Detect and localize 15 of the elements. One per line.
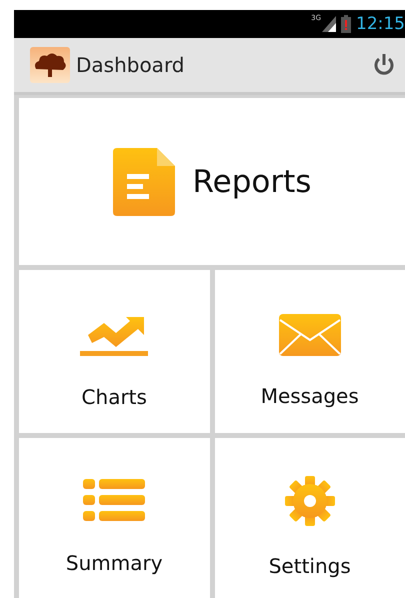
envelope-icon: [278, 314, 341, 356]
app-title: Dashboard: [76, 53, 186, 77]
dashboard-tile[interactable]: Reports: [19, 98, 405, 265]
power-icon[interactable]: [373, 54, 395, 76]
dashboard-tile[interactable]: Settings: [214, 438, 405, 598]
document-icon: [112, 148, 175, 216]
battery-icon: [341, 15, 351, 33]
dashboard-tile[interactable]: Summary: [19, 438, 210, 598]
dashboard-tile[interactable]: Messages: [214, 270, 405, 433]
clock: 12:15: [356, 14, 405, 34]
list-icon: [83, 479, 146, 523]
signal-icon: [322, 16, 336, 32]
gear-icon: [284, 476, 335, 526]
tree-logo-icon[interactable]: [30, 47, 70, 83]
dashboard-tile[interactable]: Charts: [19, 270, 210, 433]
